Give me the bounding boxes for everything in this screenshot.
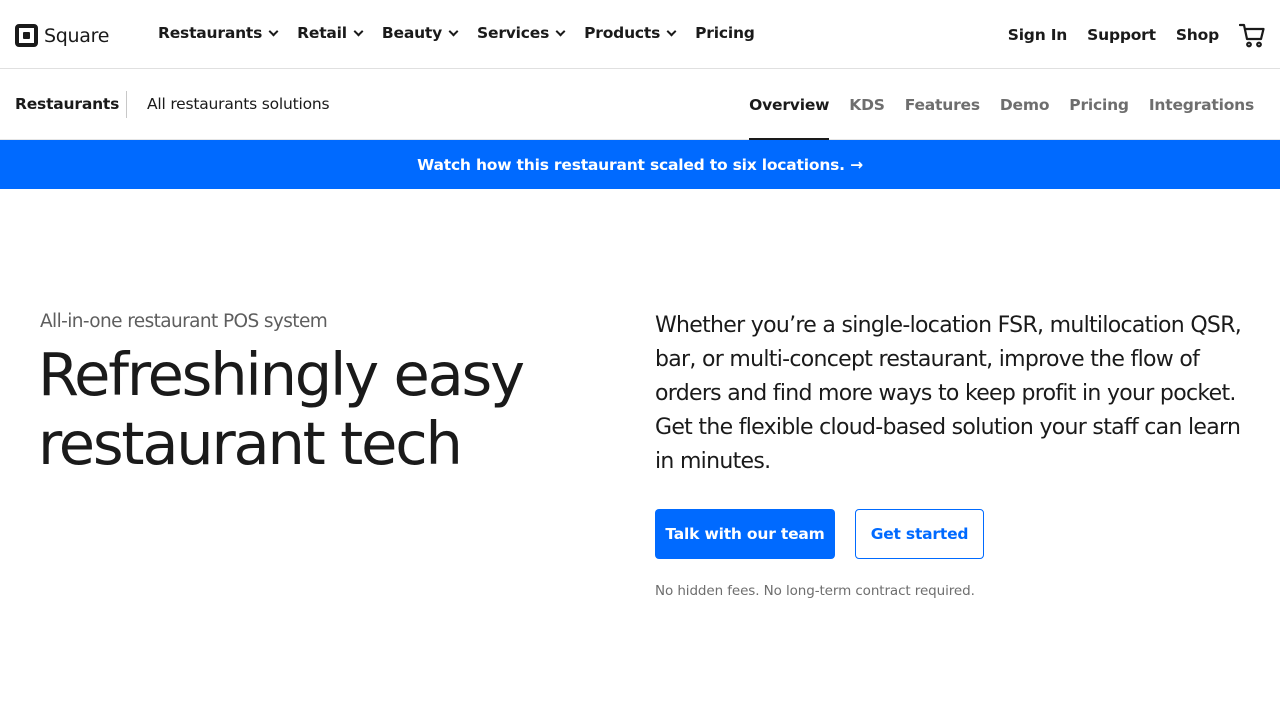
get-started-button[interactable]: Get started [855,509,984,559]
tab-overview[interactable]: Overview [749,69,829,140]
menu-item-label: Pricing [695,24,755,42]
chevron-down-icon [353,26,364,37]
promo-banner[interactable]: Watch how this restaurant scaled to six … [0,140,1280,189]
square-logo-icon [15,24,38,47]
menu-item-pricing[interactable]: Pricing [695,24,755,42]
menu-item-beauty[interactable]: Beauty [381,24,459,42]
primary-menu: Restaurants Retail Beauty Services Produ… [158,24,775,42]
hero-headline: Refreshingly easy restaurant tech [38,340,525,478]
menu-item-label: Retail [297,24,347,42]
subnav-home-link[interactable]: Restaurants [15,95,119,113]
square-logo[interactable]: Square [15,24,109,47]
chevron-down-icon [268,26,279,37]
logo-text: Square [44,24,110,47]
chevron-down-icon [666,26,677,37]
promo-banner-text: Watch how this restaurant scaled to six … [417,155,863,174]
tab-kds[interactable]: KDS [849,69,885,140]
tab-demo[interactable]: Demo [1000,69,1050,140]
chevron-down-icon [555,26,566,37]
menu-item-label: Services [477,24,550,42]
menu-item-label: Beauty [381,24,443,42]
menu-item-label: Products [584,24,661,42]
menu-item-products[interactable]: Products [584,24,677,42]
menu-item-restaurants[interactable]: Restaurants [158,24,279,42]
menu-item-services[interactable]: Services [477,24,566,42]
talk-with-team-button[interactable]: Talk with our team [655,509,835,559]
sub-nav: Restaurants All restaurants solutions Ov… [0,69,1280,140]
sign-in-link[interactable]: Sign In [1008,26,1068,44]
shopping-cart-icon[interactable] [1239,22,1265,48]
subnav-tabs: Overview KDS Features Demo Pricing Integ… [729,69,1254,140]
hero-body: Whether you’re a single-location FSR, mu… [655,313,1242,474]
top-nav: Square Restaurants Retail Beauty Service… [0,0,1280,69]
menu-item-label: Restaurants [158,24,263,42]
hero-eyebrow: All-in-one restaurant POS system [40,311,328,332]
tab-features[interactable]: Features [905,69,980,140]
account-menu: Sign In Support Shop [988,22,1265,48]
fine-print: No hidden fees. No long-term contract re… [655,583,975,599]
chevron-down-icon [448,26,459,37]
support-link[interactable]: Support [1087,26,1156,44]
menu-item-retail[interactable]: Retail [297,24,364,42]
shop-link[interactable]: Shop [1176,26,1219,44]
tab-integrations[interactable]: Integrations [1149,69,1254,140]
subnav-divider [126,91,127,118]
tab-pricing[interactable]: Pricing [1069,69,1129,140]
all-solutions-link[interactable]: All restaurants solutions [147,95,330,113]
